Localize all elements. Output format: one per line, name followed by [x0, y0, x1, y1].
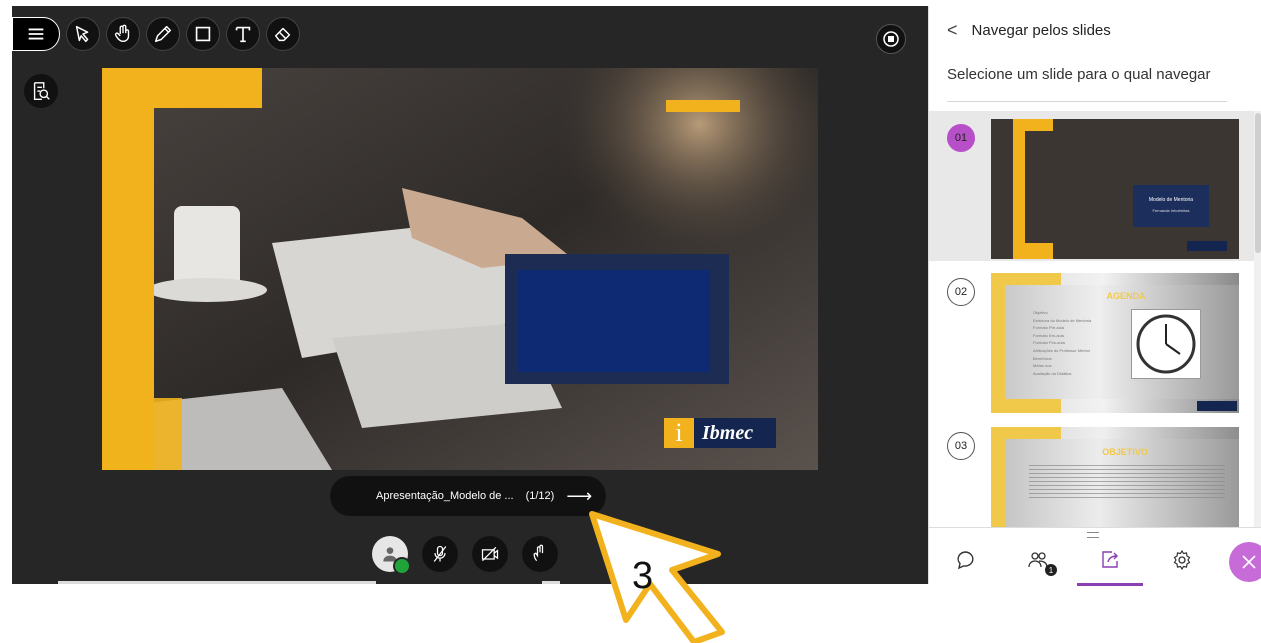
agenda-item: Estrutura do Modelo de Mentoria — [1033, 317, 1092, 323]
back-chevron-icon[interactable]: < — [947, 20, 958, 41]
slide-title-box-inner — [518, 270, 710, 372]
rectangle-icon — [195, 26, 211, 42]
divider-line — [947, 101, 1227, 102]
agenda-item: Atribuições do Professor Mentor — [1033, 347, 1091, 353]
slide-thumbnail[interactable]: OBJETIVO — [991, 427, 1239, 529]
slide-number-badge[interactable]: 02 — [947, 278, 975, 306]
slide-navigation-panel: < Navegar pelos slides Selecione um slid… — [928, 6, 1261, 586]
stop-icon — [883, 31, 899, 47]
pen-icon — [154, 25, 172, 43]
thumb-title: OBJETIVO — [1102, 447, 1148, 457]
thumb-logo — [1187, 241, 1227, 251]
presentation-stage: i Ibmec Apresentação_Modelo de ... (1/12… — [12, 6, 928, 584]
camera-off-icon — [481, 546, 499, 562]
next-slide-arrow-icon[interactable]: ⟶ — [566, 486, 592, 507]
menu-button[interactable] — [12, 17, 60, 51]
thumb-title-box: Modelo de Mentoria Fernanda Inhofreitas — [1133, 185, 1209, 227]
agenda-item: Metas nos — [1033, 363, 1052, 369]
thumb-title: Modelo de Mentoria — [1148, 197, 1194, 203]
participants-count-badge: 1 — [1045, 564, 1057, 576]
tab-chat[interactable] — [933, 538, 999, 582]
pointer-icon — [75, 25, 89, 43]
panel-tab-bar: 1 — [929, 527, 1261, 586]
hand-tool-button[interactable] — [106, 17, 140, 51]
slide-navigation-pill[interactable]: Apresentação_Modelo de ... (1/12) ⟶ — [330, 476, 606, 516]
ibmec-logo: i Ibmec — [664, 418, 776, 448]
close-panel-button[interactable] — [1229, 542, 1261, 582]
slide-number-badge[interactable]: 03 — [947, 432, 975, 460]
slide-thumbnail-item[interactable]: 03 OBJETIVO — [929, 419, 1254, 529]
microphone-button[interactable] — [422, 536, 458, 572]
slide-zoom-button[interactable] — [24, 74, 58, 108]
thumb-agenda-list: Objetivo Estrutura do Modelo de Mentoria… — [1033, 309, 1091, 377]
raise-hand-icon — [533, 544, 544, 562]
annotation-step-label: 3 — [632, 555, 653, 597]
agenda-item: Avaliação da Didática — [1033, 370, 1072, 376]
agenda-item: Formato Pós-aula — [1033, 340, 1065, 346]
slide-number-badge[interactable]: 01 — [947, 124, 975, 152]
close-icon — [1242, 555, 1256, 569]
slide-counter: (1/12) — [525, 490, 555, 502]
pen-tool-button[interactable] — [146, 17, 180, 51]
slide-thumbnail[interactable]: Modelo de Mentoria Fernanda Inhofreitas — [991, 119, 1239, 259]
tutorial-cursor-annotation: 3 — [589, 511, 725, 643]
zoom-document-icon — [33, 82, 50, 100]
agenda-item: Objetivo — [1033, 310, 1048, 315]
thumb-title: AGENDA — [1106, 291, 1146, 301]
settings-icon — [1173, 549, 1191, 571]
clock-icon — [1131, 309, 1201, 379]
share-content-icon — [1102, 551, 1118, 568]
tab-settings[interactable] — [1149, 538, 1215, 582]
hand-icon — [114, 24, 130, 43]
slide-thumbnail[interactable]: AGENDA Objetivo Estrutura do Modelo de M… — [991, 273, 1239, 413]
thumb-logo — [1197, 401, 1237, 411]
text-icon — [235, 26, 251, 43]
online-status-icon — [393, 557, 411, 575]
camera-button[interactable] — [472, 536, 508, 572]
presentation-filename: Apresentação_Modelo de ... — [376, 490, 514, 502]
ibmec-logo-text: Ibmec — [702, 421, 754, 444]
raise-hand-button[interactable] — [522, 536, 558, 572]
thumb-frame-inner — [1025, 131, 1053, 243]
chat-icon — [957, 551, 974, 570]
divider-line — [542, 581, 560, 584]
stop-sharing-button[interactable] — [876, 24, 906, 54]
thumbnail-scrollbar[interactable] — [1254, 111, 1261, 529]
slide-thumbnail-item[interactable]: 02 AGENDA Objetivo Estrutura do Modelo d… — [929, 265, 1254, 415]
rectangle-tool-button[interactable] — [186, 17, 220, 51]
current-slide: i Ibmec — [102, 68, 818, 470]
thumb-subtitle: Fernanda Inhofreitas — [1152, 208, 1190, 213]
eraser-tool-button[interactable] — [266, 17, 300, 51]
annotation-toolbar — [12, 16, 300, 52]
ibmec-logo-mark: i — [664, 418, 694, 448]
my-status-button[interactable] — [372, 536, 411, 575]
agenda-item: Benefícios — [1033, 355, 1052, 361]
media-controls — [372, 536, 558, 575]
agenda-item: Formato Pré-aula — [1033, 325, 1065, 331]
microphone-muted-icon — [433, 545, 447, 562]
panel-subtitle: Selecione um slide para o qual navegar — [947, 66, 1211, 83]
tab-participants[interactable]: 1 — [1005, 538, 1071, 582]
text-tool-button[interactable] — [226, 17, 260, 51]
pointer-tool-button[interactable] — [66, 17, 100, 51]
panel-title: Navegar pelos slides — [971, 21, 1111, 39]
tab-share-content[interactable] — [1077, 538, 1143, 586]
thumb-paragraph — [1029, 465, 1225, 501]
menu-icon — [28, 28, 44, 40]
divider-line — [58, 581, 376, 584]
slide-thumbnail-item[interactable]: 01 Modelo de Mentoria Fernanda Inhofreit… — [929, 111, 1254, 261]
agenda-item: Formato Em-aula — [1033, 332, 1064, 338]
panel-header: < Navegar pelos slides — [929, 6, 1261, 54]
eraser-icon — [274, 27, 291, 42]
scrollbar-thumb[interactable] — [1255, 113, 1261, 253]
slide-thumbnail-list: 01 Modelo de Mentoria Fernanda Inhofreit… — [929, 111, 1261, 529]
